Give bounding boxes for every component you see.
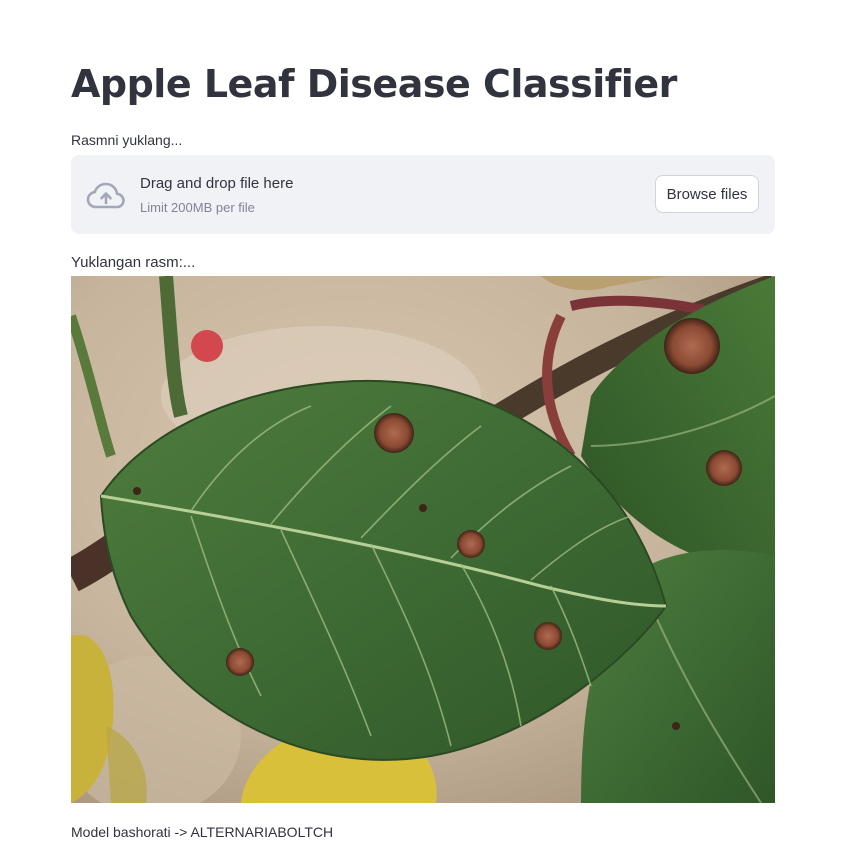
- leaf-photo-illustration: [71, 276, 775, 803]
- cloud-upload-icon: [86, 180, 126, 210]
- prediction-value: ALTERNARIABOLTCH: [190, 824, 334, 840]
- app-page: Apple Leaf Disease Classifier Rasmni yuk…: [0, 0, 846, 856]
- file-dropzone[interactable]: Drag and drop file here Limit 200MB per …: [71, 155, 775, 234]
- file-uploader-label: Rasmni yuklang...: [71, 132, 183, 148]
- prediction-result: Model bashorati -> ALTERNARIABOLTCH: [71, 823, 333, 841]
- page-title: Apple Leaf Disease Classifier: [71, 62, 677, 106]
- browse-files-button[interactable]: Browse files: [655, 175, 759, 213]
- dropzone-instruction: Drag and drop file here: [140, 175, 294, 192]
- uploaded-image-label: Yuklangan rasm:...: [71, 254, 196, 271]
- dropzone-limit: Limit 200MB per file: [140, 200, 255, 215]
- uploaded-image: [71, 276, 775, 803]
- prediction-prefix: Model bashorati ->: [71, 824, 191, 840]
